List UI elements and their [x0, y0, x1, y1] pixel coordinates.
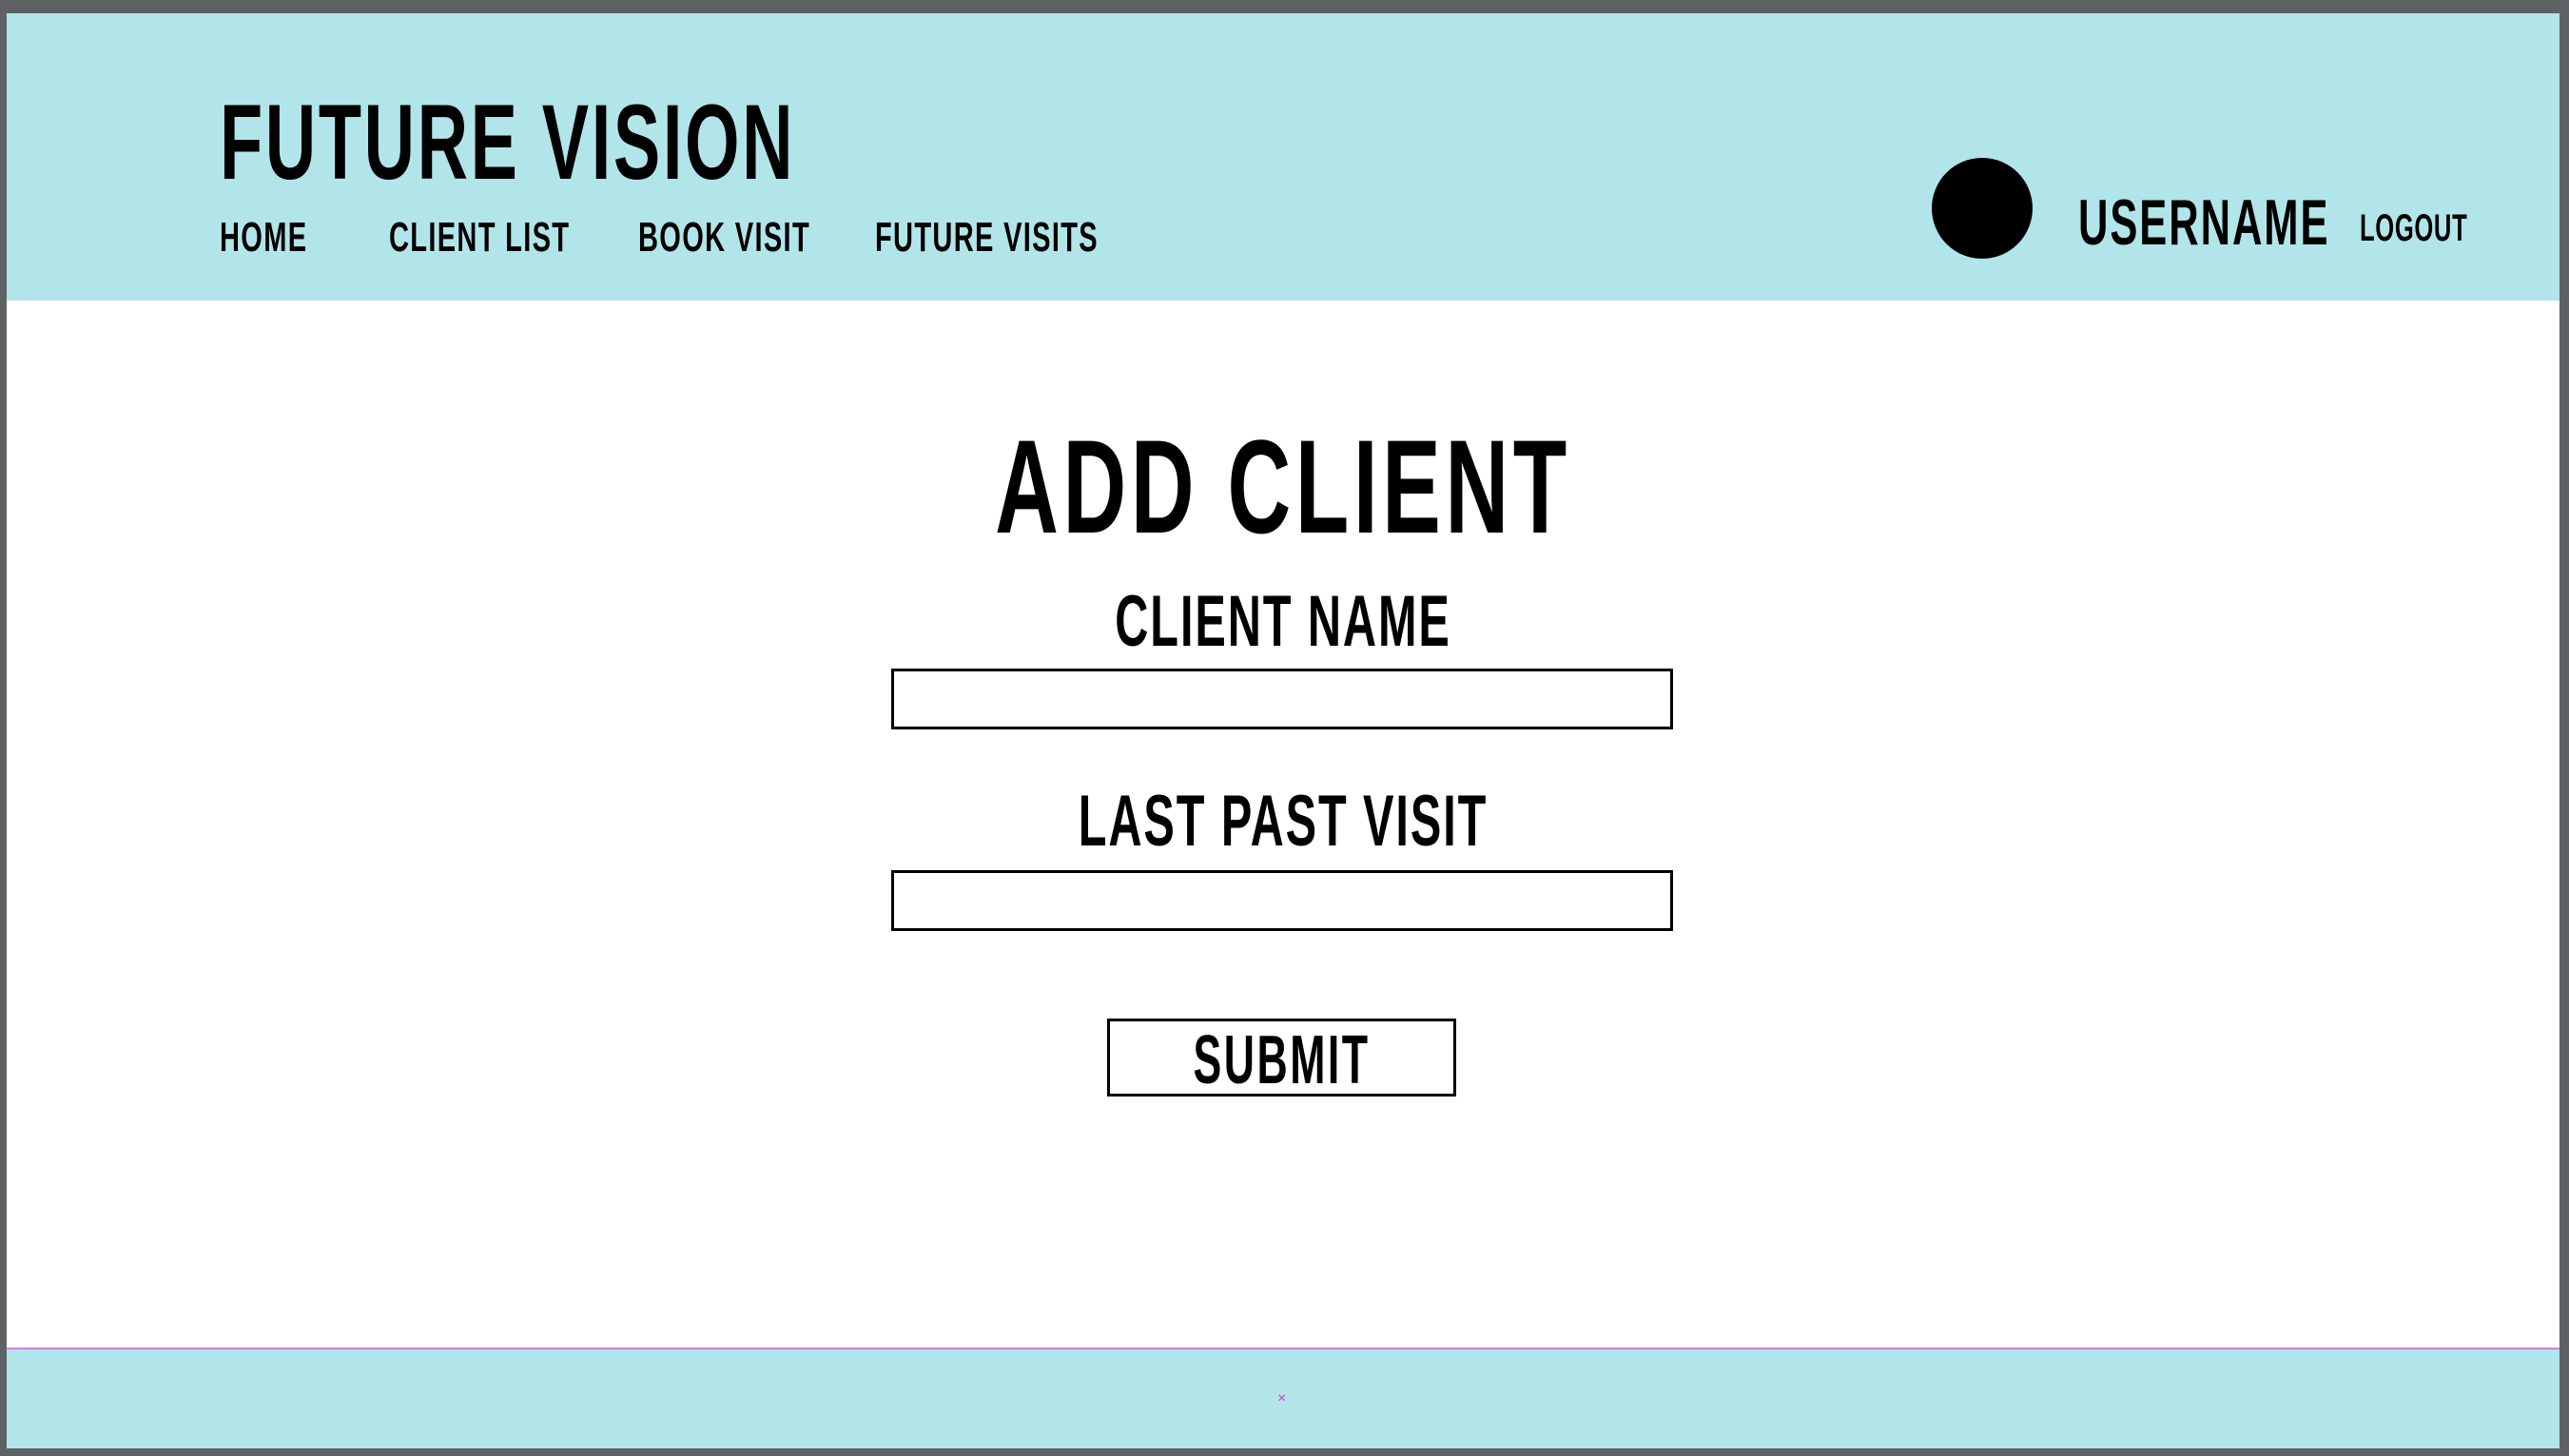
footer-bar: × [7, 1348, 2559, 1448]
page-title: ADD CLIENT [995, 412, 1571, 561]
submit-button[interactable]: SUBMIT [1107, 1019, 1456, 1098]
username-label: USERNAME [2078, 186, 2330, 259]
brand-logo[interactable]: FUTURE VISION [220, 89, 795, 196]
nav-book-visit[interactable]: BOOK VISIT [638, 217, 810, 259]
client-name-input[interactable] [891, 669, 1673, 729]
close-x-icon: × [1277, 1390, 1287, 1407]
avatar-icon[interactable] [1932, 158, 2033, 259]
nav-client-list[interactable]: CLIENT LIST [389, 217, 570, 259]
app-window: FUTURE VISION HOME CLIENT LIST BOOK VISI… [7, 13, 2559, 1448]
nav-future-visits[interactable]: FUTURE VISITS [875, 217, 1099, 259]
logout-link[interactable]: LOGOUT [2360, 209, 2467, 247]
header-bar: FUTURE VISION HOME CLIENT LIST BOOK VISI… [7, 13, 2559, 301]
last-past-visit-label: LAST PAST VISIT [1078, 781, 1489, 862]
client-name-label: CLIENT NAME [1115, 581, 1451, 662]
nav-home[interactable]: HOME [220, 217, 307, 259]
last-past-visit-input[interactable] [891, 870, 1673, 931]
submit-button-label: SUBMIT [1193, 1022, 1371, 1098]
